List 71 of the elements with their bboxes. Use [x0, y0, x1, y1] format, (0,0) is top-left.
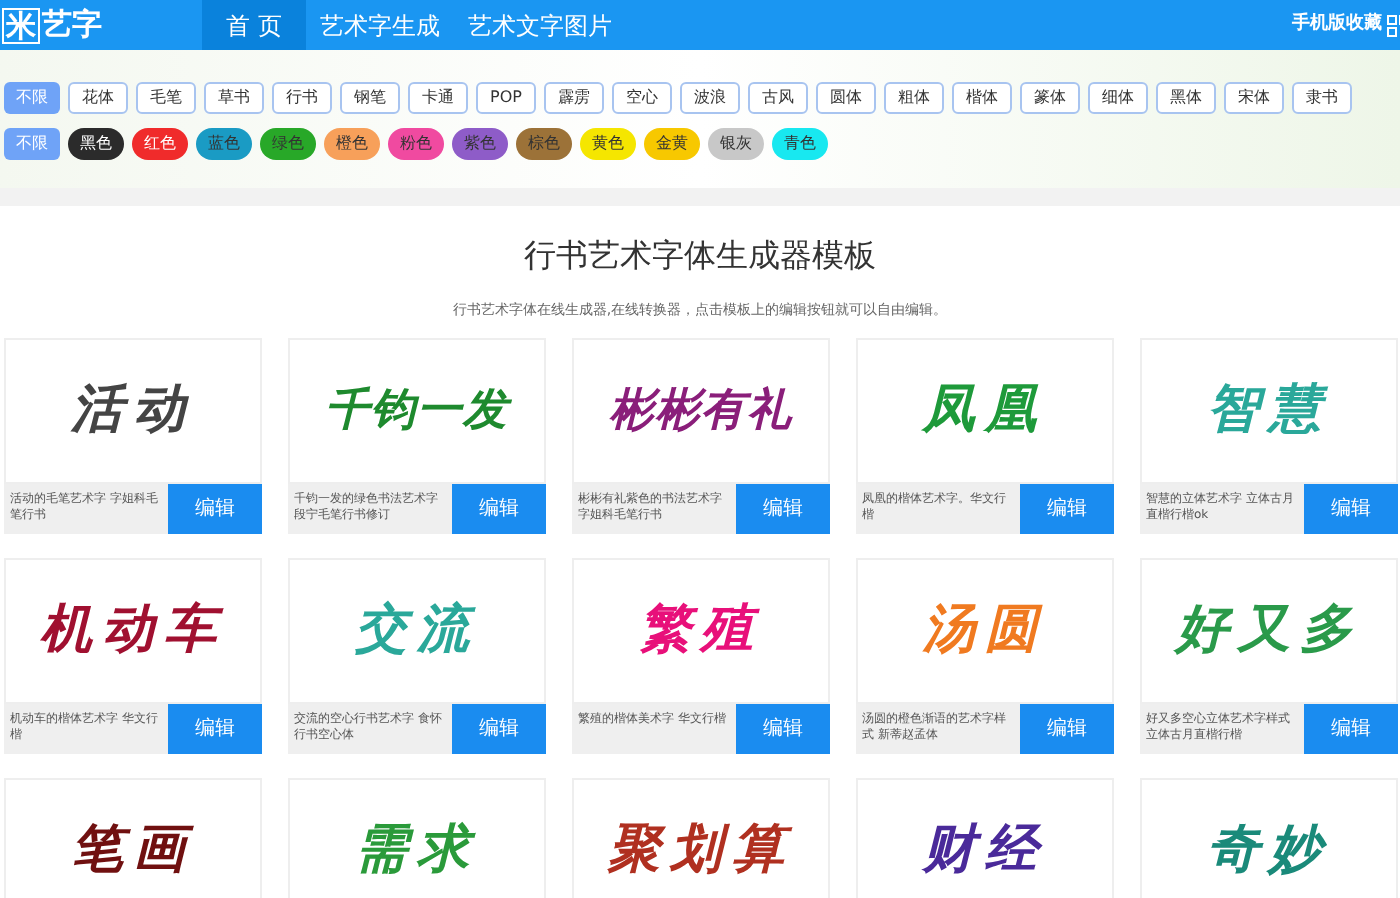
font-filter-tag[interactable]: 草书 [204, 82, 264, 114]
color-filter-tag[interactable]: 红色 [132, 128, 188, 160]
template-preview[interactable]: 需求 [288, 777, 546, 898]
color-filter-tag[interactable]: 银灰 [708, 128, 764, 160]
font-filter-tag[interactable]: 波浪 [679, 82, 740, 114]
template-preview[interactable]: 千钧一发 [288, 337, 546, 483]
edit-button[interactable]: 编辑 [168, 483, 262, 533]
font-filter-tag[interactable]: 细体 [1087, 82, 1148, 114]
art-text: 活动 [71, 377, 195, 443]
color-filter-tag[interactable]: 橙色 [324, 128, 380, 160]
color-filter-tag[interactable]: 黑色 [68, 128, 124, 160]
font-filter-tag[interactable]: 篆体 [1019, 82, 1080, 114]
color-filter-tag[interactable]: 青色 [772, 128, 828, 160]
edit-button[interactable]: 编辑 [1304, 703, 1398, 753]
template-preview[interactable]: 机动车 [4, 557, 262, 703]
font-filter-tag[interactable]: 隶书 [1291, 82, 1352, 114]
template-preview[interactable]: 凤凰 [856, 337, 1114, 483]
color-filter-tag[interactable]: 蓝色 [196, 128, 252, 160]
logo-mark: 米 [2, 7, 40, 43]
edit-button[interactable]: 编辑 [452, 703, 546, 753]
color-filter-tag[interactable]: 黄色 [580, 128, 636, 160]
template-preview[interactable]: 好又多 [1140, 557, 1398, 703]
art-text: 机动车 [40, 597, 226, 663]
font-filter-tag[interactable]: 行书 [272, 82, 332, 114]
art-text: 彬彬有礼 [609, 381, 793, 439]
art-text: 千钧一发 [325, 381, 509, 439]
art-text: 聚划算 [608, 817, 794, 883]
font-filter-tag[interactable]: 黑体 [1155, 82, 1216, 114]
art-text: 汤圆 [923, 597, 1047, 663]
edit-button[interactable]: 编辑 [736, 483, 830, 533]
edit-button[interactable]: 编辑 [452, 483, 546, 533]
page-title: 行书艺术字体生成器模板 [522, 234, 878, 278]
font-filter-tag[interactable]: 粗体 [883, 82, 944, 114]
art-text: 财经 [923, 817, 1047, 883]
template-preview[interactable]: 繁殖 [572, 557, 830, 703]
edit-button[interactable]: 编辑 [1020, 703, 1114, 753]
logo-text: 艺字 [42, 4, 102, 47]
art-text: 需求 [355, 817, 479, 883]
template-preview[interactable]: 彬彬有礼 [572, 337, 830, 483]
template-preview[interactable]: 笔画 [4, 777, 262, 898]
color-filter-tag[interactable]: 绿色 [260, 128, 316, 160]
font-filter-tag[interactable]: 宋体 [1223, 82, 1284, 114]
edit-button[interactable]: 编辑 [1304, 483, 1398, 533]
color-filter-tag[interactable]: 金黄 [644, 128, 700, 160]
font-filter-tag[interactable]: POP [476, 82, 536, 114]
art-text: 繁殖 [639, 597, 763, 663]
art-text: 好又多 [1176, 597, 1362, 663]
art-text: 智慧 [1207, 377, 1331, 443]
font-filter-tag[interactable]: 毛笔 [136, 82, 196, 114]
font-filter-tag[interactable]: 霹雳 [543, 82, 604, 114]
art-text: 奇妙 [1207, 817, 1331, 883]
font-filter-tag[interactable]: 古风 [747, 82, 808, 114]
template-preview[interactable]: 聚划算 [572, 777, 830, 898]
font-filter-tag[interactable]: 钢笔 [340, 82, 400, 114]
template-preview[interactable]: 财经 [856, 777, 1114, 898]
art-text: 交流 [355, 597, 479, 663]
edit-button[interactable]: 编辑 [1020, 483, 1114, 533]
art-text: 凤凰 [923, 377, 1047, 443]
color-filter-tag[interactable]: 粉色 [388, 128, 444, 160]
font-filter-tag[interactable]: 圆体 [815, 82, 876, 114]
edit-button[interactable]: 编辑 [168, 703, 262, 753]
font-filter-tag[interactable]: 空心 [611, 82, 672, 114]
font-filter-tag[interactable]: 楷体 [951, 82, 1012, 114]
template-preview[interactable]: 活动 [4, 337, 262, 483]
art-text: 笔画 [71, 817, 195, 883]
nav-tab[interactable]: 首 页 [202, 0, 306, 50]
qr-code-icon[interactable] [1386, 13, 1400, 37]
edit-button[interactable]: 编辑 [736, 703, 830, 753]
template-preview[interactable]: 奇妙 [1140, 777, 1398, 898]
font-filter-tag[interactable]: 花体 [68, 82, 128, 114]
font-filter-tag[interactable]: 卡通 [408, 82, 468, 114]
